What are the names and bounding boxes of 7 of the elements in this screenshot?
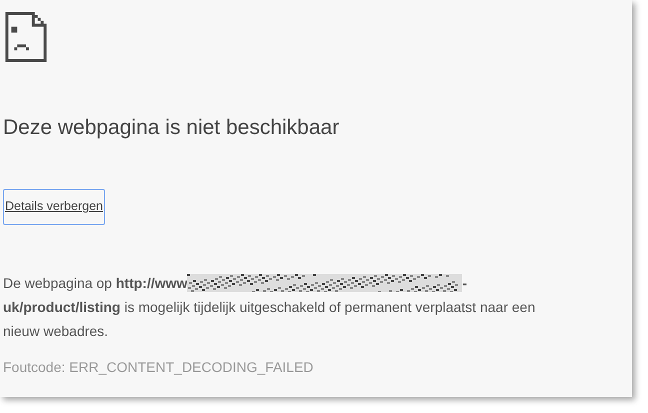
- broken-page-icon: [5, 12, 47, 62]
- message-text: -: [462, 274, 468, 292]
- details-button[interactable]: Details verbergen: [3, 188, 105, 224]
- message-text: De webpagina op http://www: [3, 274, 188, 293]
- error-code: Foutcode: ERR_CONTENT_DECODING_FAILED: [3, 358, 314, 377]
- error-heading: Deze webpagina is niet beschikbaar: [3, 115, 340, 141]
- message-text: uk/product/listing is mogelijk tijdelijk uitgeschakeld of permanent verplaatst naar een nieuw webadres.: [3, 298, 536, 340]
